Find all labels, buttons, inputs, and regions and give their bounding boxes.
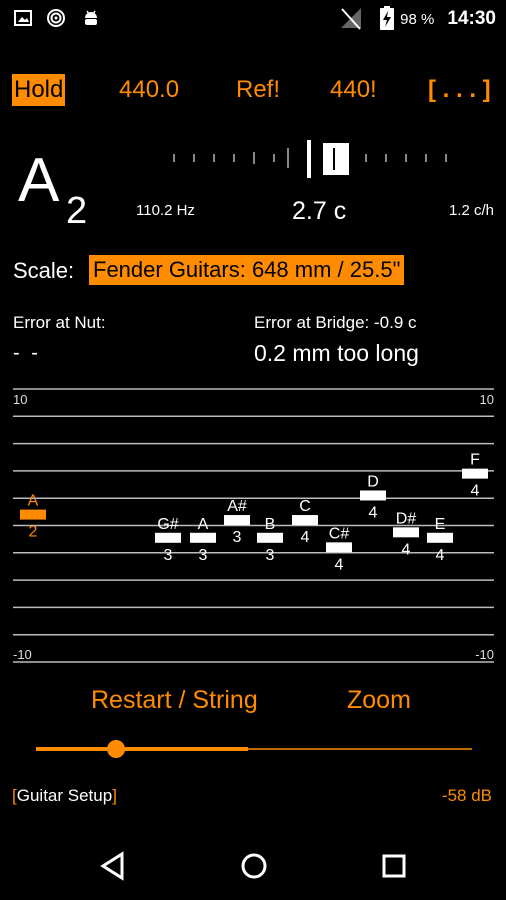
status-right: 98 % 14:30: [400, 8, 496, 30]
note-octave-ds4: 4: [402, 541, 411, 558]
back-icon[interactable]: [100, 851, 124, 881]
note-label-cs4: C#: [329, 525, 350, 542]
string-deviation-graph: 10 10 -10 -10 A 2 G# 3 A 3 A# 3 B 3 C 4 C# 4 D 4 D# 4 E 4 F 4: [13, 388, 494, 663]
guitar-setup-label: Guitar Setup: [16, 786, 113, 805]
scale-selector[interactable]: Fender Guitars: 648 mm / 25.5": [89, 255, 405, 285]
note-marker-ds4: [393, 527, 419, 538]
home-icon[interactable]: [241, 853, 267, 879]
note-octave-b3: 3: [266, 547, 275, 564]
status-bar: 98 % 14:30: [0, 0, 506, 38]
note-octave-e4: 4: [436, 547, 445, 564]
note-marker-e4: [427, 532, 453, 543]
tuning-needle: [323, 143, 349, 175]
clock: 14:30: [447, 8, 496, 29]
note-label-a3: A: [198, 516, 209, 533]
note-marker-f4: [462, 468, 488, 479]
note-label-e4: E: [435, 516, 446, 533]
menu-button[interactable]: [ . . . ]: [428, 76, 491, 104]
no-signal-icon: [341, 8, 361, 30]
restart-string-button[interactable]: Restart / String: [91, 686, 258, 715]
detected-note: A: [18, 146, 60, 215]
recents-icon[interactable]: [382, 854, 406, 878]
note-marker-d4: [360, 490, 386, 501]
ref-button[interactable]: Ref!: [236, 76, 280, 104]
sensitivity-slider[interactable]: [36, 738, 472, 760]
y-max-left: 10: [13, 392, 27, 407]
note-marker-b3: [257, 532, 283, 543]
note-label-current: A: [28, 493, 39, 510]
android-notification-icon: [85, 10, 97, 25]
note-label-as3: A#: [227, 498, 247, 515]
note-marker-as3: [224, 515, 250, 526]
image-notification-icon: [14, 10, 32, 26]
note-label-f4: F: [470, 452, 480, 469]
error-bridge-value: 0.2 mm too long: [254, 340, 419, 366]
cents-readout: 2.7 c: [292, 197, 347, 225]
guitar-setup-button[interactable]: [Guitar Setup]: [12, 786, 117, 806]
error-nut-value: - -: [13, 342, 41, 364]
slider-thumb[interactable]: [107, 740, 126, 758]
note-octave-d4: 4: [369, 504, 378, 521]
reference-frequency-button[interactable]: 440.0: [119, 76, 179, 104]
note-octave-gs3: 3: [164, 547, 173, 564]
navigation-bar: [100, 851, 406, 881]
note-label-ds4: D#: [396, 510, 417, 527]
note-label-c4: C: [299, 498, 311, 515]
y-max-right: 10: [480, 392, 494, 407]
note-marker-gs3: [155, 532, 181, 543]
note-octave-cs4: 4: [335, 556, 344, 573]
tuning-center-mark: [307, 140, 311, 178]
note-octave-current: 2: [29, 524, 38, 541]
error-nut-label: Error at Nut:: [13, 313, 106, 332]
note-marker-cs4: [326, 542, 352, 553]
zoom-button[interactable]: Zoom: [347, 686, 411, 715]
scale-label: Scale:: [13, 258, 75, 283]
y-min-left: -10: [13, 647, 32, 662]
hold-button[interactable]: Hold: [12, 74, 66, 106]
error-bridge-label: Error at Bridge: -0.9 c: [254, 313, 417, 332]
target-notification-icon: [47, 9, 65, 27]
note-label-d4: D: [367, 473, 379, 490]
set-440-button[interactable]: 440!: [330, 76, 377, 104]
frequency-readout: 110.2 Hz: [136, 202, 195, 219]
note-marker-current: [20, 509, 46, 520]
battery-charging-icon: [380, 6, 394, 30]
note-octave-c4: 4: [301, 529, 310, 546]
drift-rate-readout: 1.2 c/h: [448, 202, 494, 219]
battery-percent: 98 %: [400, 11, 435, 28]
note-marker-a3: [190, 532, 216, 543]
note-octave-a3: 3: [199, 547, 208, 564]
tuning-meter: [173, 140, 447, 178]
note-octave-f4: 4: [471, 483, 480, 500]
note-marker-c4: [292, 515, 318, 526]
note-octave-as3: 3: [233, 529, 242, 546]
note-label-gs3: G#: [157, 516, 178, 533]
y-min-right: -10: [475, 647, 494, 662]
db-level: -58 dB: [441, 786, 492, 805]
detected-octave: 2: [66, 190, 88, 232]
note-label-b3: B: [265, 516, 276, 533]
